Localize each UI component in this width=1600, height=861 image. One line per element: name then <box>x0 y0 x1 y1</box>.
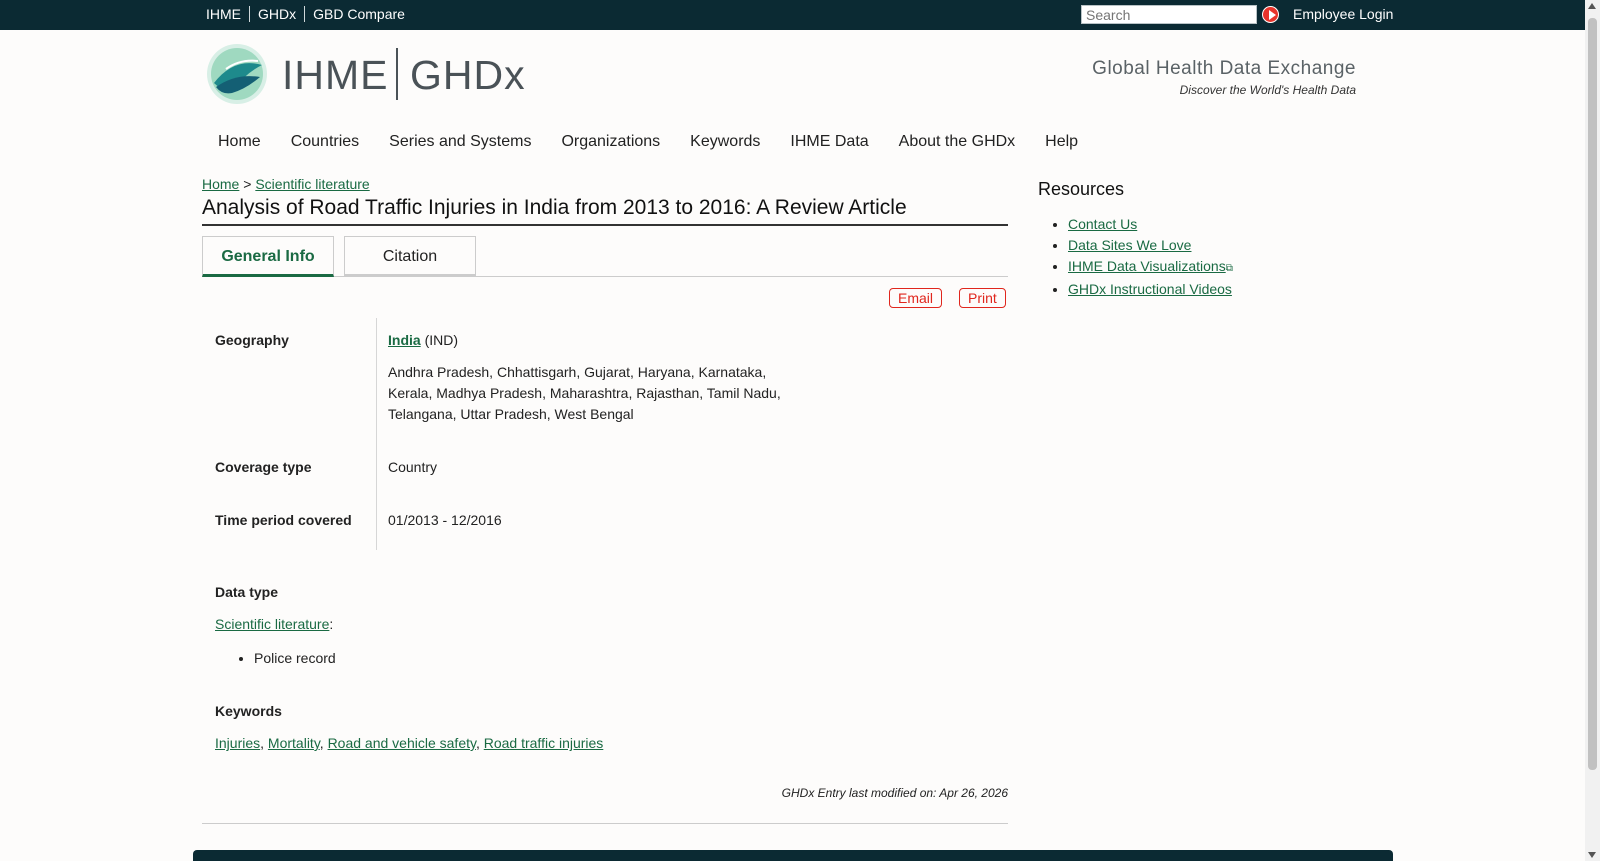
resource-ihme-visualizations: IHME Data Visualizations⧉ <box>1068 256 1233 279</box>
geography-regions-line: Andhra Pradesh, Chhattisgarh, Gujarat, H… <box>388 364 767 380</box>
ihme-logo-icon[interactable] <box>206 43 268 105</box>
breadcrumb-separator: > <box>243 176 252 192</box>
employee-login-link[interactable]: Employee Login <box>1293 6 1393 22</box>
coverage-type-label: Coverage type <box>215 459 312 475</box>
top-bar: IHME GHDx GBD Compare Employee Login <box>0 0 1585 30</box>
keywords-label: Keywords <box>215 703 282 719</box>
scrollbar-thumb[interactable] <box>1588 18 1597 770</box>
geography-regions-line: Kerala, Madhya Pradesh, Maharashtra, Raj… <box>388 385 781 401</box>
time-period-value: 01/2013 - 12/2016 <box>388 512 502 528</box>
geography-country-link[interactable]: India <box>388 332 421 348</box>
nav-about[interactable]: About the GHDx <box>899 133 1016 151</box>
content-divider <box>202 823 1008 824</box>
data-type-label: Data type <box>215 584 279 600</box>
geography-country-code: (IND) <box>424 332 458 348</box>
geography-label: Geography <box>215 332 289 348</box>
resource-data-sites: Data Sites We Love <box>1068 235 1233 256</box>
data-type-colon: : <box>329 616 334 632</box>
tagline-title: Global Health Data Exchange <box>1092 58 1356 79</box>
page-scrollbar[interactable] <box>1585 0 1600 861</box>
breadcrumb: Home > Scientific literature <box>202 176 370 192</box>
keywords-list: Injuries, Mortality, Road and vehicle sa… <box>215 735 604 751</box>
resources-title: Resources <box>1038 179 1125 199</box>
keyword-link[interactable]: Injuries <box>215 735 260 751</box>
logo-ihme-text[interactable]: IHME <box>282 52 389 99</box>
geography-regions-line: Telangana, Uttar Pradesh, West Bengal <box>388 406 634 422</box>
main-nav: Home Countries Series and Systems Organi… <box>218 133 1108 151</box>
resource-contact-us: Contact Us <box>1068 214 1233 235</box>
data-type-link[interactable]: Scientific literature <box>215 616 329 632</box>
breadcrumb-section[interactable]: Scientific literature <box>255 176 369 192</box>
breadcrumb-home[interactable]: Home <box>202 176 239 192</box>
resource-instructional-videos: GHDx Instructional Videos <box>1068 279 1233 300</box>
page-title: Analysis of Road Traffic Injuries in Ind… <box>202 196 1008 226</box>
email-button[interactable]: Email <box>889 288 943 308</box>
tab-citation[interactable]: Citation <box>344 236 476 277</box>
resources-sidebar: Resources Contact Us Data Sites We Love … <box>1038 179 1233 300</box>
scroll-up-arrow-icon[interactable] <box>1588 3 1596 9</box>
keyword-link[interactable]: Road and vehicle safety <box>328 735 476 751</box>
geography-value: India (IND) <box>388 330 458 351</box>
keyword-link[interactable]: Mortality <box>268 735 320 751</box>
logo-divider <box>396 48 398 100</box>
nav-organizations[interactable]: Organizations <box>561 133 660 151</box>
nav-countries[interactable]: Countries <box>291 133 359 151</box>
info-divider <box>376 318 377 550</box>
nav-ihme-data[interactable]: IHME Data <box>790 133 868 151</box>
geography-regions: Andhra Pradesh, Chhattisgarh, Gujarat, H… <box>388 362 781 425</box>
top-link-ghdx[interactable]: GHDx <box>249 6 304 22</box>
last-modified: GHDx Entry last modified on: Apr 26, 202… <box>781 786 1008 800</box>
top-link-ihme[interactable]: IHME <box>206 6 249 22</box>
tab-bar: General Info Citation <box>202 236 1008 277</box>
site-tagline: Global Health Data Exchange Discover the… <box>1060 58 1356 97</box>
entry-actions: Email Print <box>889 288 1023 308</box>
print-button[interactable]: Print <box>959 288 1006 308</box>
external-link-icon: ⧉ <box>1225 263 1233 274</box>
nav-series-and-systems[interactable]: Series and Systems <box>389 133 531 151</box>
scroll-down-arrow-icon[interactable] <box>1588 852 1596 858</box>
nav-home[interactable]: Home <box>218 133 261 151</box>
keyword-link[interactable]: Road traffic injuries <box>484 735 604 751</box>
footer-bar <box>193 850 1393 861</box>
tagline-subtitle: Discover the World's Health Data <box>1179 83 1356 97</box>
resources-list: Contact Us Data Sites We Love IHME Data … <box>1038 214 1233 300</box>
top-links: IHME GHDx GBD Compare <box>206 6 413 22</box>
tab-general-info[interactable]: General Info <box>202 236 334 277</box>
list-item: Police record <box>254 650 336 666</box>
nav-keywords[interactable]: Keywords <box>690 133 760 151</box>
nav-help[interactable]: Help <box>1045 133 1078 151</box>
search-input[interactable] <box>1081 5 1257 24</box>
top-link-gbd-compare[interactable]: GBD Compare <box>304 6 413 22</box>
time-period-label: Time period covered <box>215 512 352 528</box>
data-type-list: Police record <box>254 650 336 666</box>
data-type-value: Scientific literature: <box>215 616 333 632</box>
logo-ghdx-text[interactable]: GHDx <box>410 52 526 99</box>
search-submit-icon[interactable] <box>1262 6 1279 23</box>
coverage-type-value: Country <box>388 459 438 475</box>
